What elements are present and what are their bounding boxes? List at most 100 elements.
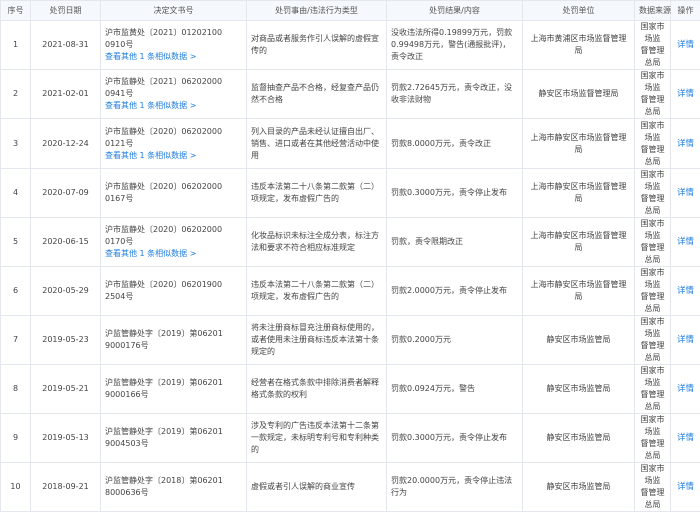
- row-reason: 涉及专利的广告违反本法第十二条第一款规定，未标明专利号和专利种类的: [247, 414, 387, 463]
- row-unit: 静安区市场监管局: [523, 365, 635, 414]
- row-date: 2020-06-15: [31, 218, 101, 267]
- row-result: 罚款20.0000万元，责令停止违法行为: [387, 463, 523, 512]
- row-result: 罚款8.0000万元，责令改正: [387, 119, 523, 169]
- source-line2: 督管理总局: [639, 340, 666, 364]
- detail-link[interactable]: 详情: [677, 40, 694, 50]
- row-reason: 虚假或者引人误解的商业宣传: [247, 463, 387, 512]
- detail-link[interactable]: 详情: [677, 188, 694, 198]
- doc-number-line1: 沪监管静处字〔2019〕第06201: [105, 328, 242, 340]
- detail-link[interactable]: 详情: [677, 237, 694, 247]
- doc-number-line1: 沪市监静处〔2020〕06202000: [105, 126, 242, 138]
- row-date: 2018-09-21: [31, 463, 101, 512]
- row-reason: 违反本法第二十八条第二款第（二）项规定，发布虚假广告的: [247, 267, 387, 316]
- detail-link[interactable]: 详情: [677, 482, 694, 492]
- row-action: 详情: [671, 169, 700, 218]
- row-index: 1: [1, 21, 31, 70]
- detail-link[interactable]: 详情: [677, 433, 694, 443]
- row-source: 国家市场监 督管理总局: [635, 218, 671, 267]
- row-action: 详情: [671, 365, 700, 414]
- detail-link[interactable]: 详情: [677, 139, 694, 149]
- source-line1: 国家市场监: [639, 463, 666, 487]
- row-date: 2021-02-01: [31, 70, 101, 119]
- similar-data-link[interactable]: 查看其他 1 条相似数据 >: [105, 248, 242, 260]
- table-row: 1 2021-08-31 沪市监黄处〔2021〕01202100 0910号 查…: [1, 21, 700, 70]
- similar-data-link[interactable]: 查看其他 1 条相似数据 >: [105, 100, 242, 112]
- row-action: 详情: [671, 414, 700, 463]
- row-reason: 列入目录的产品未经认证擅自出厂、销售、进口或者在其他经营活动中使用: [247, 119, 387, 169]
- row-action: 详情: [671, 316, 700, 365]
- row-source: 国家市场监 督管理总局: [635, 316, 671, 365]
- row-doc-number: 沪市监静处〔2021〕06202000 0941号 查看其他 1 条相似数据 >: [101, 70, 247, 119]
- similar-data-link[interactable]: 查看其他 1 条相似数据 >: [105, 51, 242, 63]
- source-line2: 督管理总局: [639, 487, 666, 511]
- row-reason: 监督抽查产品不合格，经复查产品仍然不合格: [247, 70, 387, 119]
- doc-number-line1: 沪市监静处〔2021〕06202000: [105, 76, 242, 88]
- row-date: 2020-05-29: [31, 267, 101, 316]
- row-doc-number: 沪市监静处〔2020〕06202000 0121号 查看其他 1 条相似数据 >: [101, 119, 247, 169]
- source-line2: 督管理总局: [639, 45, 666, 69]
- doc-number-line1: 沪监管静处字〔2019〕第06201: [105, 377, 242, 389]
- row-doc-number: 沪市监静处〔2020〕06202000 0170号 查看其他 1 条相似数据 >: [101, 218, 247, 267]
- row-date: 2020-07-09: [31, 169, 101, 218]
- source-line2: 督管理总局: [639, 389, 666, 413]
- row-result: 罚款，责令限期改正: [387, 218, 523, 267]
- row-index: 8: [1, 365, 31, 414]
- doc-number-line1: 沪市监黄处〔2021〕01202100: [105, 27, 242, 39]
- row-reason: 经营者在格式条款中排除消费者解释格式条款的权利: [247, 365, 387, 414]
- doc-number-line2: 0167号: [105, 193, 242, 205]
- detail-link[interactable]: 详情: [677, 89, 694, 99]
- source-line2: 督管理总局: [639, 94, 666, 118]
- source-line1: 国家市场监: [639, 414, 666, 438]
- doc-number-line1: 沪市监静处〔2020〕06202000: [105, 181, 242, 193]
- row-source: 国家市场监 督管理总局: [635, 21, 671, 70]
- detail-link[interactable]: 详情: [677, 384, 694, 394]
- doc-number-line2: 0941号: [105, 88, 242, 100]
- detail-link[interactable]: 详情: [677, 335, 694, 345]
- detail-link[interactable]: 详情: [677, 286, 694, 296]
- row-result: 没收违法所得0.19899万元，罚款0.99498万元，警告(通报批评)，责令改…: [387, 21, 523, 70]
- doc-number-line2: 9004503号: [105, 438, 242, 450]
- source-line1: 国家市场监: [639, 70, 666, 94]
- row-doc-number: 沪监管静处字〔2018〕第06201 8000636号: [101, 463, 247, 512]
- row-result: 罚款0.0924万元，警告: [387, 365, 523, 414]
- col-header-index: 序号: [1, 1, 31, 21]
- row-date: 2019-05-21: [31, 365, 101, 414]
- row-source: 国家市场监 督管理总局: [635, 169, 671, 218]
- table-row: 4 2020-07-09 沪市监静处〔2020〕06202000 0167号 违…: [1, 169, 700, 218]
- col-header-reason: 处罚事由/违法行为类型: [247, 1, 387, 21]
- doc-number-line2: 9000166号: [105, 389, 242, 401]
- row-unit: 上海市黄浦区市场监督管理局: [523, 21, 635, 70]
- row-unit: 上海市静安区市场监督管理局: [523, 218, 635, 267]
- row-source: 国家市场监 督管理总局: [635, 70, 671, 119]
- doc-number-line2: 9000176号: [105, 340, 242, 352]
- table-row: 2 2021-02-01 沪市监静处〔2021〕06202000 0941号 查…: [1, 70, 700, 119]
- source-line1: 国家市场监: [639, 316, 666, 340]
- row-unit: 上海市静安区市场监督管理局: [523, 119, 635, 169]
- doc-number-line2: 2504号: [105, 291, 242, 303]
- row-source: 国家市场监 督管理总局: [635, 414, 671, 463]
- row-result: 罚款2.0000万元，责令停止发布: [387, 267, 523, 316]
- doc-number-line1: 沪市监静处〔2020〕06201900: [105, 279, 242, 291]
- row-action: 详情: [671, 119, 700, 169]
- row-index: 2: [1, 70, 31, 119]
- doc-number-line1: 沪市监静处〔2020〕06202000: [105, 224, 242, 236]
- table-row: 3 2020-12-24 沪市监静处〔2020〕06202000 0121号 查…: [1, 119, 700, 169]
- source-line1: 国家市场监: [639, 169, 666, 193]
- row-unit: 上海市静安区市场监督管理局: [523, 169, 635, 218]
- doc-number-line1: 沪监管静处字〔2019〕第06201: [105, 426, 242, 438]
- row-unit: 静安区市场监督管理局: [523, 70, 635, 119]
- col-header-date: 处罚日期: [31, 1, 101, 21]
- row-result: 罚款0.3000万元，责令停止发布: [387, 169, 523, 218]
- row-action: 详情: [671, 463, 700, 512]
- row-index: 6: [1, 267, 31, 316]
- similar-data-link[interactable]: 查看其他 1 条相似数据 >: [105, 150, 242, 162]
- table-row: 7 2019-05-23 沪监管静处字〔2019〕第06201 9000176号…: [1, 316, 700, 365]
- penalty-table: 序号 处罚日期 决定文书号 处罚事由/违法行为类型 处罚结果/内容 处罚单位 数…: [0, 0, 700, 512]
- row-action: 详情: [671, 267, 700, 316]
- doc-number-line2: 0170号: [105, 236, 242, 248]
- row-result: 罚款0.2000万元: [387, 316, 523, 365]
- row-reason: 化妆品标识未标注全成分表，标注方法和要求不符合相应标准规定: [247, 218, 387, 267]
- doc-number-line2: 0910号: [105, 39, 242, 51]
- row-source: 国家市场监 督管理总局: [635, 267, 671, 316]
- table-row: 9 2019-05-13 沪监管静处字〔2019〕第06201 9004503号…: [1, 414, 700, 463]
